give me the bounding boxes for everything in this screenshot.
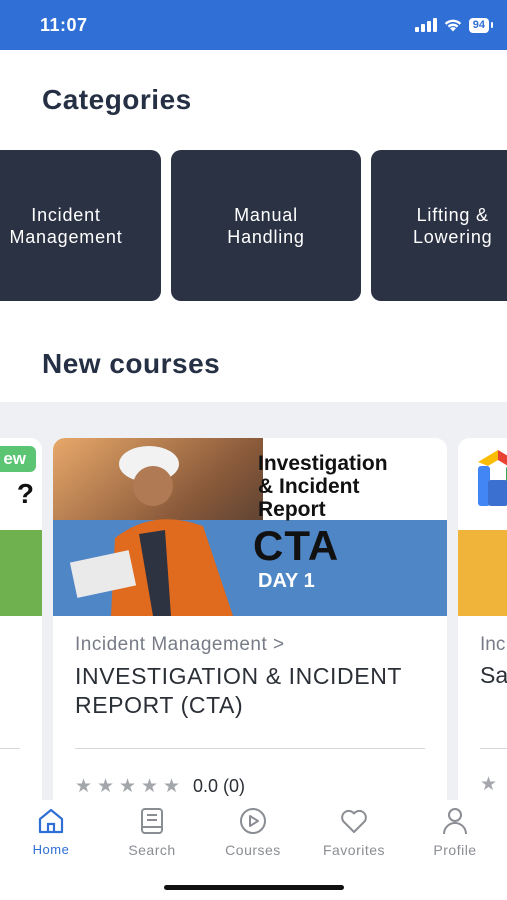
home-icon <box>38 808 64 834</box>
category-label: Lifting & Lowering <box>413 204 493 247</box>
star-icon: ★ <box>97 775 115 797</box>
status-time: 11:07 <box>40 15 88 35</box>
status-icons: 94 <box>414 17 494 33</box>
nav-label: Home <box>32 842 70 857</box>
rating-value: 0.0 (0) <box>193 776 246 796</box>
thumbnail-heading-line: Investigation <box>258 452 388 475</box>
user-icon <box>443 808 467 835</box>
nav-label: Search <box>128 842 176 858</box>
new-courses-carousel[interactable]: ew ? Investigation & Incident Report CTA… <box>0 402 507 800</box>
battery-icon: 94 <box>468 17 494 33</box>
signal-icon <box>414 18 437 32</box>
category-label: Incident Management <box>9 204 123 247</box>
status-bar: 11:07 94 <box>0 0 507 50</box>
app-screen: 11:07 94 Categories Incident Management … <box>0 0 507 900</box>
nav-item-search[interactable]: Search <box>107 806 197 858</box>
thumbnail-heading-line: Report <box>258 498 326 521</box>
course-divider <box>0 748 20 749</box>
course-divider <box>75 748 425 749</box>
course-category[interactable]: Incident Management > <box>75 634 285 656</box>
course-thumbnail-image <box>53 438 447 616</box>
course-thumbnail <box>458 438 507 616</box>
course-divider <box>480 748 507 749</box>
wifi-icon <box>444 19 461 32</box>
star-icon: ★ <box>480 774 498 795</box>
nav-item-favorites[interactable]: Favorites <box>309 806 399 858</box>
home-indicator[interactable] <box>164 885 344 890</box>
nav-label: Profile <box>433 842 477 858</box>
nav-label: Courses <box>225 842 281 858</box>
course-title: Sa <box>480 662 507 688</box>
play-icon <box>240 808 266 834</box>
categories-carousel[interactable]: Incident Management Manual Handling Lift… <box>0 150 507 302</box>
nav-item-profile[interactable]: Profile <box>410 806 500 858</box>
thumbnail-heading: Investigation & Incident Report <box>258 452 388 521</box>
course-card-partial-right[interactable]: Inc Sa ★ <box>458 438 507 800</box>
category-card-manual-handling[interactable]: Manual Handling <box>171 150 361 301</box>
course-category: Inc <box>480 634 506 655</box>
course-card-partial-left[interactable]: ew ? <box>0 438 42 800</box>
new-courses-title: New courses <box>42 348 221 379</box>
thumbnail-band <box>458 530 507 616</box>
thumbnail-day: DAY 1 <box>258 570 315 592</box>
star-icon: ★ <box>75 775 93 797</box>
nav-item-courses[interactable]: Courses <box>208 806 298 858</box>
thumbnail-heading-line: & Incident <box>258 475 360 498</box>
star-icon: ★ <box>141 775 159 797</box>
course-card-investigation-incident-report[interactable]: Investigation & Incident Report CTA DAY … <box>53 438 447 800</box>
category-card-lifting-lowering[interactable]: Lifting & Lowering <box>371 150 507 301</box>
star-icon: ★ <box>163 775 181 797</box>
categories-title: Categories <box>42 84 192 115</box>
course-thumbnail: ew ? <box>0 438 42 616</box>
thumbnail-code: CTA <box>253 522 340 569</box>
nav-item-home[interactable]: Home <box>6 806 96 857</box>
course-title: INVESTIGATION & INCIDENT REPORT (CTA) <box>75 663 402 718</box>
course-thumbnail: Investigation & Incident Report CTA DAY … <box>53 438 447 616</box>
thumbnail-band <box>0 530 42 616</box>
thumbnail-title-fragment: ? <box>16 478 34 509</box>
course-rating: ★ ★ ★ ★ ★ 0.0 (0) <box>75 776 245 797</box>
app-logo-icon <box>478 450 507 506</box>
heart-icon <box>341 809 367 833</box>
nav-label: Favorites <box>322 842 386 858</box>
category-label: Manual Handling <box>227 204 305 247</box>
star-icon: ★ <box>119 775 137 797</box>
book-icon <box>141 808 163 834</box>
category-card-incident-management[interactable]: Incident Management <box>0 150 161 301</box>
new-badge: ew <box>0 446 36 472</box>
